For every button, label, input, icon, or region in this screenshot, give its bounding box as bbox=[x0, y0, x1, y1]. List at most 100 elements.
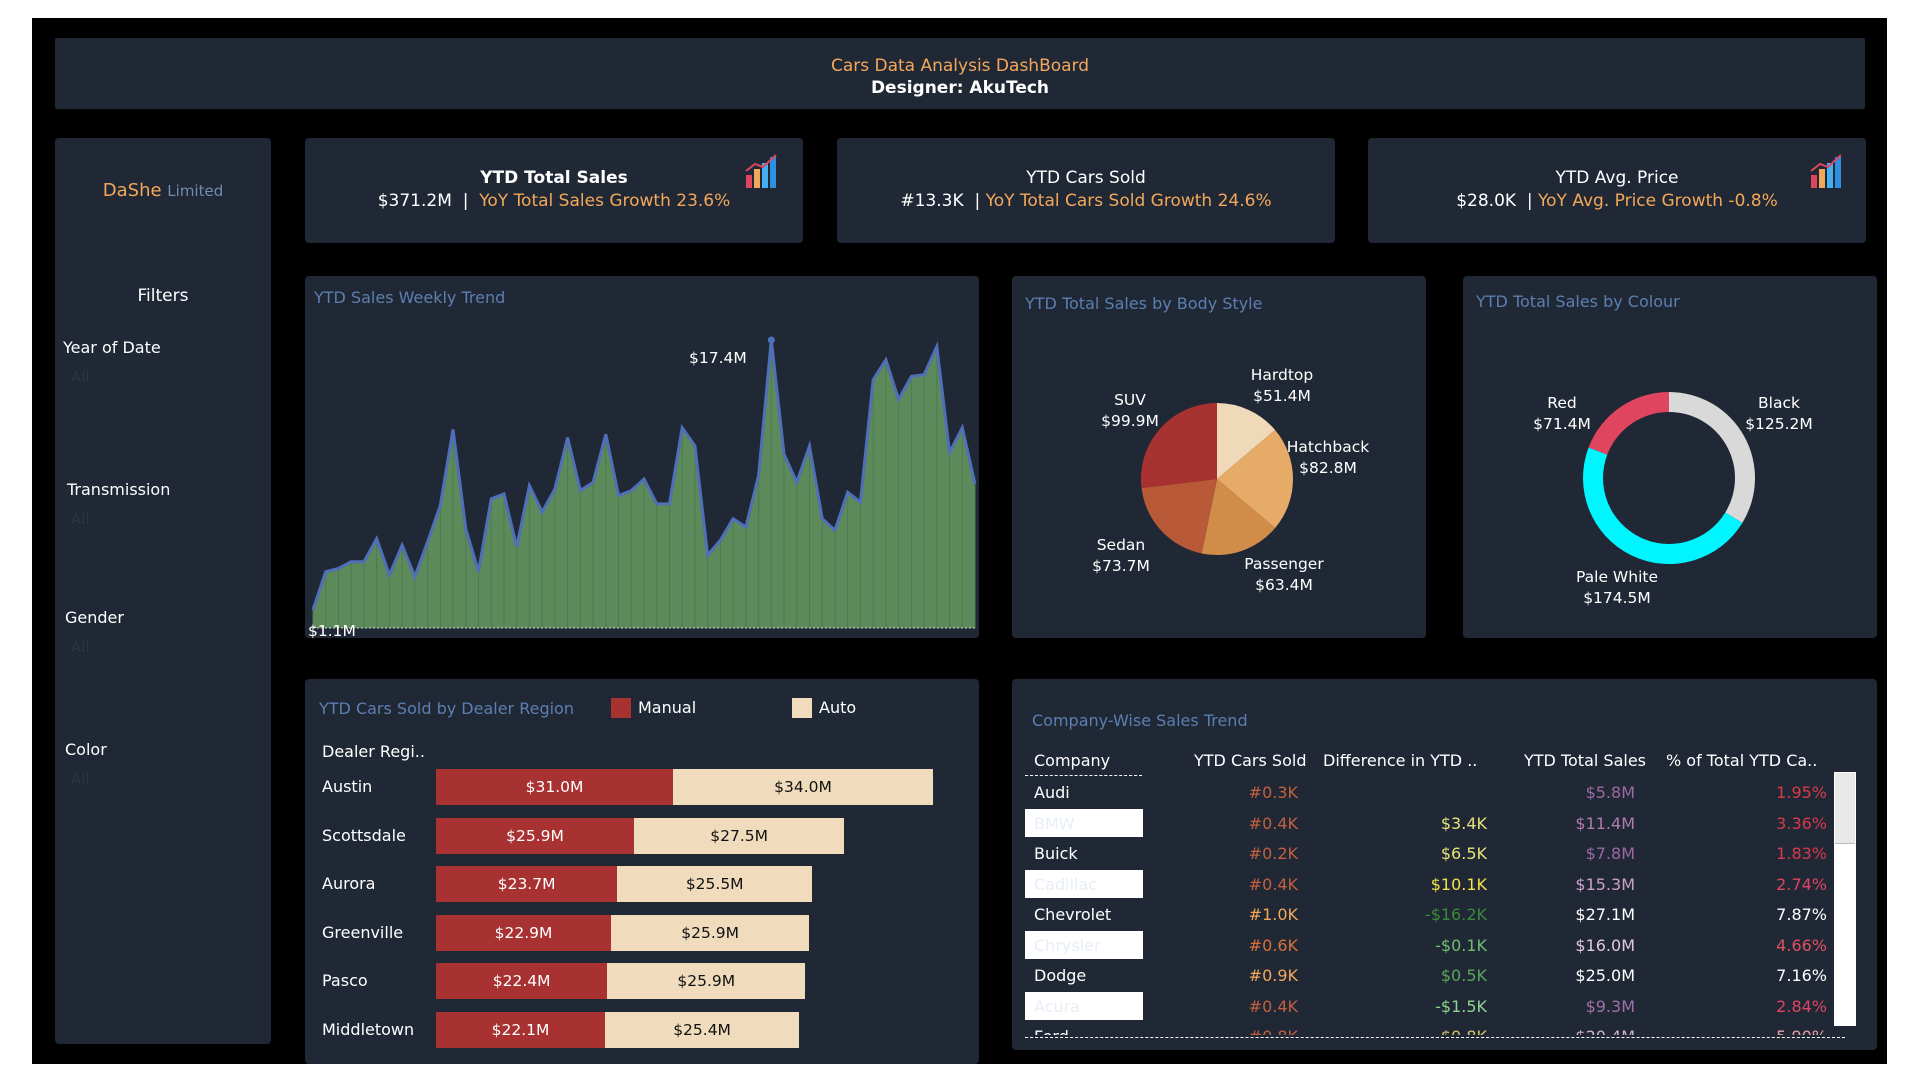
scrollbar-thumb[interactable] bbox=[1835, 773, 1855, 844]
cell-cars-sold: #0.3K bbox=[1248, 783, 1298, 802]
bar-manual[interactable]: $22.4M bbox=[436, 963, 608, 999]
bar-chart-icon bbox=[1810, 154, 1842, 188]
pie-label-passenger: Passenger $63.4M bbox=[1244, 555, 1324, 594]
weekly-trend-max-point bbox=[767, 336, 775, 344]
kpi-title: YTD Cars Sold bbox=[1026, 168, 1146, 188]
kpi-value: #13.3K bbox=[900, 191, 964, 211]
bar-auto[interactable]: $27.5M bbox=[634, 817, 845, 854]
table-row[interactable]: Buick #0.2K $6.5K $7.8M 1.83% bbox=[1012, 838, 1852, 868]
table-row[interactable]: Audi #0.3K $5.8M 1.95% bbox=[1012, 777, 1852, 807]
cell-company: Audi bbox=[1034, 783, 1070, 802]
bar-auto[interactable]: $34.0M bbox=[673, 769, 933, 805]
cell-total-sales: $16.0M bbox=[1575, 935, 1635, 955]
cell-total-sales: $20.4M bbox=[1575, 1027, 1635, 1035]
cell-difference: $3.4K bbox=[1440, 813, 1487, 833]
pie-label-suv: SUV $99.9M bbox=[1101, 391, 1159, 430]
filter-year-label: Year of Date bbox=[63, 338, 161, 357]
kpi-growth: YoY Total Cars Sold Growth 24.6% bbox=[985, 191, 1272, 211]
bar-auto[interactable]: $25.9M bbox=[611, 914, 810, 951]
kpi-value-line: #13.3K | YoY Total Cars Sold Growth 24.6… bbox=[837, 191, 1335, 211]
dashboard-title: Cars Data Analysis DashBoard bbox=[830, 56, 1090, 76]
cell-total-sales: $11.4M bbox=[1575, 813, 1635, 833]
table-scrollbar[interactable] bbox=[1834, 772, 1856, 1026]
cell-total-sales: $9.3M bbox=[1585, 996, 1635, 1016]
table-row[interactable]: Dodge #0.9K $0.5K $25.0M 7.16% bbox=[1012, 960, 1852, 990]
kpi-title: YTD Total Sales bbox=[480, 168, 628, 188]
cell-difference: $0.8K bbox=[1441, 1027, 1487, 1035]
table-row[interactable]: Cadillac #0.4K $10.1K $15.3M 2.74% bbox=[1012, 869, 1852, 899]
cell-pct: 1.95% bbox=[1776, 783, 1827, 802]
donut-slice-red bbox=[1588, 392, 1669, 455]
dealer-region-label: Austin bbox=[322, 777, 373, 796]
bar-manual[interactable]: $22.9M bbox=[436, 914, 612, 951]
dealer-region-panel: YTD Cars Sold by Dealer Region Manual Au… bbox=[305, 679, 979, 1064]
filter-gender-select[interactable]: All bbox=[71, 638, 90, 656]
legend-auto-label: Auto bbox=[819, 698, 857, 717]
filter-color-select[interactable]: All bbox=[71, 770, 90, 788]
table-bottom-divider bbox=[1025, 1037, 1845, 1038]
company-table-panel: Company-Wise Sales Trend Company YTD Car… bbox=[1012, 679, 1877, 1050]
filter-gender-label: Gender bbox=[65, 608, 124, 627]
dashboard-header: Cars Data Analysis DashBoard Designer: A… bbox=[55, 38, 1865, 109]
dealer-region-label: Aurora bbox=[322, 874, 376, 893]
designer-credit: Designer: AkuTech bbox=[870, 78, 1050, 98]
kpi-growth: YoY Total Sales Growth 23.6% bbox=[479, 191, 731, 211]
filter-color-label: Color bbox=[65, 740, 107, 759]
bar-manual[interactable]: $25.9M bbox=[436, 817, 635, 854]
cell-company: Cadillac bbox=[1034, 874, 1098, 894]
cell-pct: 5.90% bbox=[1776, 1027, 1827, 1035]
cell-company: Ford bbox=[1034, 1027, 1069, 1035]
cell-pct: 3.36% bbox=[1776, 813, 1827, 833]
cell-total-sales: $5.8M bbox=[1585, 783, 1635, 802]
table-row[interactable]: Acura #0.4K -$1.5K $9.3M 2.84% bbox=[1012, 991, 1852, 1021]
weekly-trend-chart bbox=[311, 336, 977, 629]
colour-donut bbox=[1583, 392, 1755, 564]
filter-transmission-label: Transmission bbox=[67, 480, 171, 499]
cell-cars-sold: #0.4K bbox=[1248, 996, 1298, 1016]
bar-manual[interactable]: $23.7M bbox=[436, 866, 618, 902]
cell-difference: $6.5K bbox=[1440, 844, 1487, 863]
cell-company: Buick bbox=[1034, 844, 1078, 863]
bar-auto[interactable]: $25.5M bbox=[617, 866, 813, 902]
pie-label-sedan: Sedan $73.7M bbox=[1092, 536, 1150, 575]
cell-difference: -$1.5K bbox=[1435, 996, 1487, 1016]
cell-difference: -$0.1K bbox=[1435, 935, 1487, 955]
cell-pct: 2.84% bbox=[1776, 996, 1827, 1016]
cell-total-sales: $25.0M bbox=[1575, 966, 1635, 985]
table-row[interactable]: BMW #0.4K $3.4K $11.4M 3.36% bbox=[1012, 808, 1852, 838]
cell-cars-sold: #0.4K bbox=[1248, 813, 1298, 833]
cell-pct: 1.83% bbox=[1776, 844, 1827, 863]
bar-manual[interactable]: $22.1M bbox=[436, 1011, 605, 1048]
kpi-title: YTD Avg. Price bbox=[1555, 168, 1679, 188]
body-style-panel: YTD Total Sales by Body Style Hardtop $51… bbox=[1012, 276, 1426, 638]
cell-total-sales: $7.8M bbox=[1585, 844, 1635, 863]
kpi-cars-sold: YTD Cars Sold #13.3K | YoY Total Cars So… bbox=[837, 138, 1335, 243]
cell-cars-sold: #0.8K bbox=[1249, 1027, 1298, 1035]
donut-label-red: Red $71.4M bbox=[1533, 394, 1591, 433]
pie-label-hardtop: Hardtop $51.4M bbox=[1250, 366, 1314, 405]
cell-pct: 2.74% bbox=[1776, 874, 1827, 894]
filter-year-select[interactable]: All bbox=[71, 368, 90, 386]
brand-name: DaShe bbox=[102, 180, 162, 201]
legend-manual-swatch bbox=[611, 698, 631, 718]
donut-slice-pale-white bbox=[1583, 447, 1743, 564]
dealer-region-title: YTD Cars Sold by Dealer Region bbox=[319, 699, 574, 718]
weekly-min-label: $1.1M bbox=[308, 622, 356, 640]
cell-company: Chevrolet bbox=[1034, 905, 1112, 924]
table-row[interactable]: Chevrolet #1.0K -$16.2K $27.1M 7.87% bbox=[1012, 899, 1852, 929]
table-row[interactable]: Ford #0.8K $0.8K $20.4M 5.90% bbox=[1012, 1021, 1852, 1035]
bar-auto[interactable]: $25.9M bbox=[607, 963, 806, 999]
table-row[interactable]: Chrysler #0.6K -$0.1K $16.0M 4.66% bbox=[1012, 930, 1852, 960]
cell-difference: $10.1K bbox=[1430, 874, 1487, 894]
cell-cars-sold: #0.9K bbox=[1248, 966, 1298, 985]
filter-transmission-select[interactable]: All bbox=[71, 510, 90, 528]
cell-difference: -$16.2K bbox=[1424, 905, 1487, 924]
donut-label-pale-white: Pale White $174.5M bbox=[1576, 568, 1658, 607]
pie-label-hatchback: Hatchback $82.8M bbox=[1286, 438, 1370, 477]
weekly-max-label: $17.4M bbox=[689, 349, 747, 367]
kpi-value: $28.0K bbox=[1456, 191, 1517, 211]
kpi-growth: YoY Avg. Price Growth -0.8% bbox=[1538, 191, 1778, 211]
bar-manual[interactable]: $31.0M bbox=[436, 769, 674, 805]
bar-auto[interactable]: $25.4M bbox=[604, 1011, 800, 1048]
dashboard-canvas: Cars Data Analysis DashBoard Designer: A… bbox=[32, 18, 1887, 1064]
